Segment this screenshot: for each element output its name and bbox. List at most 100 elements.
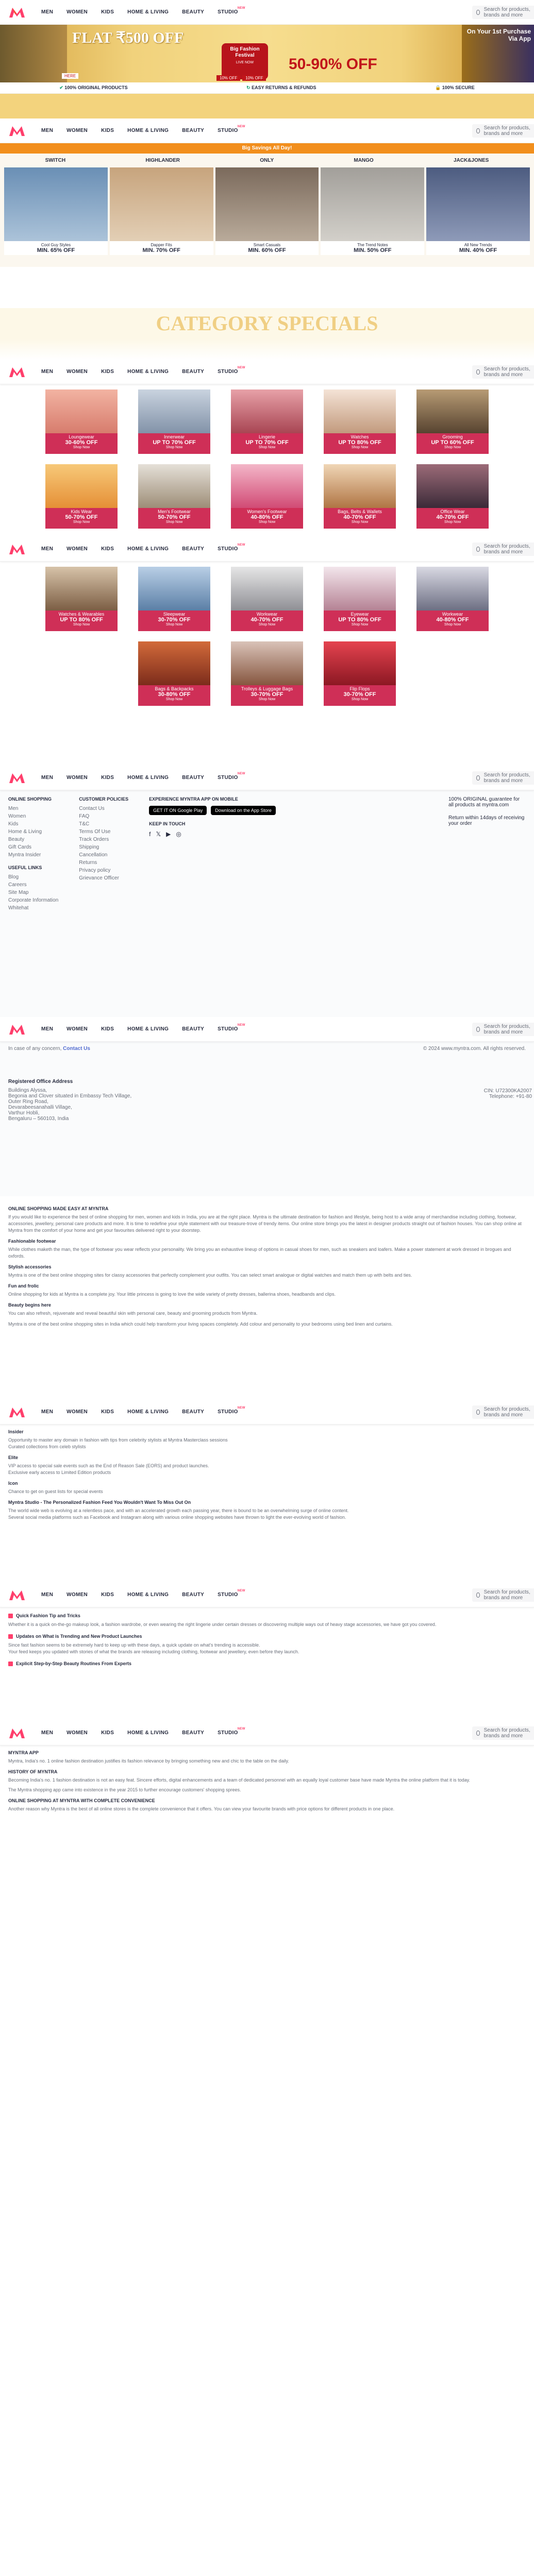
- search-input[interactable]: Search for products, brands and more: [484, 366, 534, 378]
- search-input[interactable]: Search for products, brands and more: [484, 1727, 534, 1739]
- nav-kids[interactable]: KIDS: [101, 1026, 114, 1032]
- nav-kids[interactable]: KIDS: [101, 1592, 114, 1598]
- search-input[interactable]: Search for products, brands and more: [484, 125, 534, 137]
- nav-home-living[interactable]: HOME & LIVING: [127, 9, 169, 15]
- nav-women[interactable]: WOMEN: [66, 775, 88, 781]
- category-card[interactable]: Sleepwear 30-70% OFF Shop Now: [138, 567, 210, 631]
- brand-logo[interactable]: HIGHLANDER: [145, 158, 180, 163]
- footer-link[interactable]: Shipping: [79, 844, 128, 850]
- footer-link[interactable]: Home & Living: [8, 829, 58, 835]
- footer-link[interactable]: Blog: [8, 874, 58, 880]
- brand-logo[interactable]: SWITCH: [45, 158, 65, 163]
- search-input[interactable]: Search for products, brands and more: [484, 772, 534, 784]
- nav-studio[interactable]: STUDIO NEW: [218, 1406, 245, 1415]
- nav-home-living[interactable]: HOME & LIVING: [127, 546, 169, 552]
- footer-link[interactable]: Site Map: [8, 890, 58, 895]
- category-card[interactable]: Eyewear UP TO 80% OFF Shop Now: [324, 567, 396, 631]
- category-card[interactable]: Workwear 40-80% OFF Shop Now: [416, 567, 489, 631]
- nav-men[interactable]: MEN: [41, 1409, 53, 1415]
- nav-kids[interactable]: KIDS: [101, 369, 114, 375]
- nav-kids[interactable]: KIDS: [101, 546, 114, 552]
- nav-men[interactable]: MEN: [41, 128, 53, 133]
- nav-women[interactable]: WOMEN: [66, 546, 88, 552]
- myntra-logo-icon[interactable]: [8, 6, 26, 19]
- category-card[interactable]: Women's Footwear 40-80% OFF Shop Now: [231, 464, 303, 529]
- footer-link[interactable]: Kids: [8, 821, 58, 827]
- footer-link[interactable]: Terms Of Use: [79, 829, 128, 835]
- category-card[interactable]: Watches UP TO 80% OFF Shop Now: [324, 389, 396, 454]
- promo-card[interactable]: Smart Casuals MIN. 60% OFF: [215, 167, 319, 255]
- category-card[interactable]: Watches & Wearables UP TO 80% OFF Shop Now: [45, 567, 118, 631]
- nav-home-living[interactable]: HOME & LIVING: [127, 1730, 169, 1736]
- nav-men[interactable]: MEN: [41, 546, 53, 552]
- footer-link[interactable]: Men: [8, 806, 58, 811]
- nav-beauty[interactable]: BEAUTY: [182, 128, 204, 133]
- youtube-icon[interactable]: ▶: [166, 831, 171, 838]
- nav-studio[interactable]: STUDIO NEW: [218, 544, 245, 552]
- instagram-icon[interactable]: ◎: [176, 831, 181, 838]
- myntra-logo-icon[interactable]: [8, 1589, 26, 1601]
- myntra-logo-icon[interactable]: [8, 366, 26, 378]
- myntra-logo-icon[interactable]: [8, 543, 26, 555]
- facebook-icon[interactable]: f: [149, 831, 151, 838]
- twitter-icon[interactable]: 𝕏: [156, 831, 161, 838]
- nav-home-living[interactable]: HOME & LIVING: [127, 369, 169, 375]
- myntra-logo-icon[interactable]: [8, 1727, 26, 1739]
- footer-link[interactable]: Women: [8, 814, 58, 819]
- category-card[interactable]: Flip Flops 30-70% OFF Shop Now: [324, 641, 396, 706]
- category-card[interactable]: Bags & Backpacks 30-80% OFF Shop Now: [138, 641, 210, 706]
- search-bar[interactable]: Search for products, brands and more: [472, 1726, 534, 1740]
- nav-women[interactable]: WOMEN: [66, 1409, 88, 1415]
- nav-women[interactable]: WOMEN: [66, 1026, 88, 1032]
- category-card[interactable]: Men's Footwear 50-70% OFF Shop Now: [138, 464, 210, 529]
- nav-home-living[interactable]: HOME & LIVING: [127, 1026, 169, 1032]
- category-card[interactable]: Kids Wear 50-70% OFF Shop Now: [45, 464, 118, 529]
- sponsored-ad[interactable]: Big Savings All Day! SWITCH HIGHLANDER ONL…: [0, 143, 534, 267]
- footer-link[interactable]: Gift Cards: [8, 844, 58, 850]
- nav-beauty[interactable]: BEAUTY: [182, 546, 204, 552]
- footer-link[interactable]: Grievance Officer: [79, 875, 128, 881]
- footer-link[interactable]: Whitehat: [8, 905, 58, 911]
- nav-kids[interactable]: KIDS: [101, 128, 114, 133]
- search-input[interactable]: Search for products, brands and more: [484, 544, 534, 555]
- nav-beauty[interactable]: BEAUTY: [182, 1730, 204, 1736]
- footer-link[interactable]: Cancellation: [79, 852, 128, 858]
- myntra-logo-icon[interactable]: [8, 1023, 26, 1036]
- nav-beauty[interactable]: BEAUTY: [182, 775, 204, 781]
- promo-card[interactable]: All New Trends MIN. 40% OFF: [426, 167, 530, 255]
- nav-studio[interactable]: STUDIO NEW: [218, 366, 245, 375]
- nav-home-living[interactable]: HOME & LIVING: [127, 128, 169, 133]
- nav-kids[interactable]: KIDS: [101, 1730, 114, 1736]
- nav-men[interactable]: MEN: [41, 1730, 53, 1736]
- nav-home-living[interactable]: HOME & LIVING: [127, 775, 169, 781]
- category-card[interactable]: Office Wear 40-70% OFF Shop Now: [416, 464, 489, 529]
- brand-logo[interactable]: JACK&JONES: [454, 158, 489, 163]
- nav-women[interactable]: WOMEN: [66, 9, 88, 15]
- google-play-button[interactable]: GET IT ON Google Play: [149, 806, 207, 815]
- nav-kids[interactable]: KIDS: [101, 1409, 114, 1415]
- footer-link[interactable]: FAQ: [79, 814, 128, 819]
- footer-link[interactable]: Careers: [8, 882, 58, 888]
- footer-link[interactable]: Myntra Insider: [8, 852, 58, 858]
- nav-women[interactable]: WOMEN: [66, 128, 88, 133]
- promo-card[interactable]: The Trend Notes MIN. 50% OFF: [321, 167, 425, 255]
- nav-women[interactable]: WOMEN: [66, 1592, 88, 1598]
- footer-link[interactable]: Privacy policy: [79, 868, 128, 873]
- footer-link[interactable]: Track Orders: [79, 837, 128, 842]
- search-input[interactable]: Search for products, brands and more: [484, 7, 534, 18]
- nav-beauty[interactable]: BEAUTY: [182, 9, 204, 15]
- hero-banner[interactable]: FLAT ₹500 OFF Big Fashion Festival LIVE …: [0, 25, 534, 82]
- nav-studio[interactable]: STUDIO NEW: [218, 772, 245, 781]
- search-bar[interactable]: Search for products, brands and more: [472, 543, 534, 556]
- nav-studio[interactable]: STUDIO NEW: [218, 1727, 245, 1736]
- search-bar[interactable]: Search for products, brands and more: [472, 1023, 534, 1036]
- myntra-logo-icon[interactable]: [8, 125, 26, 137]
- category-card[interactable]: Loungewear 30-60% OFF Shop Now: [45, 389, 118, 454]
- nav-men[interactable]: MEN: [41, 775, 53, 781]
- nav-men[interactable]: MEN: [41, 1026, 53, 1032]
- brand-logo[interactable]: ONLY: [260, 158, 274, 163]
- myntra-logo-icon[interactable]: [8, 772, 26, 784]
- nav-beauty[interactable]: BEAUTY: [182, 369, 204, 375]
- nav-beauty[interactable]: BEAUTY: [182, 1592, 204, 1598]
- category-card[interactable]: Bags, Belts & Wallets 40-70% OFF Shop Now: [324, 464, 396, 529]
